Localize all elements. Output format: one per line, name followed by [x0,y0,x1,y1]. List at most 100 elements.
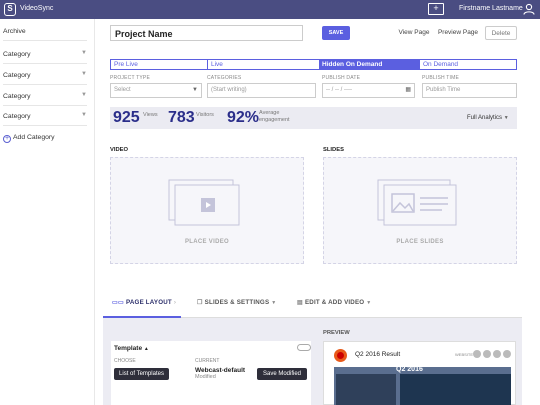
chevron-down-icon[interactable]: ▼ [81,71,87,77]
top-bar: S VideoSync + Firstname Lastname [0,0,540,19]
stats-bar: 925 Views 783 Visitors 92% Average engag… [110,107,517,129]
chevron-down-icon: ▼ [271,300,277,306]
sidebar-item-label: Category [3,113,31,120]
visitors-count: 783 [168,109,195,126]
preview-title: Q2 2016 Result [355,351,401,358]
categories-label: CATEGORIES [207,75,242,81]
views-count: 925 [113,109,140,126]
new-project-button[interactable]: + [428,3,444,15]
preview-label: PREVIEW [323,330,350,336]
slide-overlay-text: Financial results for Q2 2016 [396,358,463,374]
user-name[interactable]: Firstname Lastname [459,5,523,12]
slides-placeholder-icon [377,179,457,226]
tab-page-layout[interactable]: ▭▭ PAGE LAYOUT › [112,299,176,306]
sidebar-item-category[interactable]: Category ▼ [3,44,87,64]
video-placeholder-icon [168,179,240,226]
video-drop-zone[interactable]: PLACE VIDEO [110,157,304,264]
share-icon[interactable] [493,350,501,358]
sidebar-item-category[interactable]: Category ▼ [3,86,87,106]
sidebar-item-archive[interactable]: Archive [3,21,87,41]
publish-date-label: PUBLISH DATE [322,75,361,81]
chevron-down-icon: ▼ [366,300,372,306]
project-name-input[interactable]: Project Name [110,25,303,41]
calendar-icon[interactable]: ▦ [405,84,411,97]
views-label: Views [143,112,158,118]
publish-time-input[interactable]: Publish Time [422,83,517,98]
add-category-label: Add Category [13,134,55,141]
app-name: VideoSync [20,5,54,12]
preview-pane: Q2 2016 Result WEBSITE Financial results… [323,341,516,405]
current-template-status: Modified [195,374,216,380]
engagement-label-1: Average [259,110,280,116]
engagement-value: 92% [227,109,260,126]
full-analytics-label: Full Analytics [467,115,503,121]
save-modified-button[interactable]: Save Modified [257,368,307,380]
chevron-right-icon: › [173,299,177,306]
template-card: Template ▲ CHOOSE CURRENT List of Templa… [111,341,311,405]
stage-pre-live[interactable]: Pre Live [110,59,207,70]
sidebar: Archive Category ▼ Category ▼ Category ▼… [0,19,95,405]
sidebar-item-label: Archive [3,28,26,35]
add-category-button[interactable]: + Add Category [3,134,55,143]
tab-slides-settings[interactable]: ❐ SLIDES & SETTINGS ▼ [197,299,276,306]
share-icon[interactable] [503,350,511,358]
film-icon: ▤ [297,299,304,306]
slides-drop-zone[interactable]: PLACE SLIDES [323,157,517,264]
choose-label: CHOOSE [114,358,136,364]
video-thumbnail [336,374,396,405]
video-section-title: VIDEO [110,147,129,153]
overlay-line-2: Q2 2016 [396,366,423,373]
preview-page-button[interactable]: Preview Page [436,26,480,40]
tab-edit-add-video[interactable]: ▤ EDIT & ADD VIDEO ▼ [297,299,371,306]
sidebar-item-label: Category [3,72,31,79]
slide-thumbnail [400,374,511,405]
company-logo [334,349,347,362]
stage-on-demand[interactable]: On Demand [419,59,517,70]
caret-up-icon: ▲ [143,346,149,352]
publish-time-label: PUBLISH TIME [422,75,460,81]
tab-label: SLIDES & SETTINGS [204,299,270,306]
project-type-label: PROJECT TYPE [110,75,151,81]
layout-icon: ▭▭ [112,299,125,306]
save-button[interactable]: SAVE [322,26,350,40]
template-title-label: Template [114,345,143,352]
user-icon[interactable] [523,3,535,15]
editor-panel: ▭▭ PAGE LAYOUT › ❐ SLIDES & SETTINGS ▼ ▤… [103,288,522,405]
chevron-down-icon: ▼ [503,115,509,121]
active-tab-indicator [103,316,181,318]
sidebar-item-category[interactable]: Category ▼ [3,106,87,126]
project-type-select[interactable]: Select ▼ [110,83,202,98]
chevron-down-icon[interactable]: ▼ [81,92,87,98]
engagement-label-2: engagement [259,117,290,123]
chevron-down-icon[interactable]: ▼ [81,50,87,56]
view-page-button[interactable]: View Page [396,26,432,40]
stage-live[interactable]: Live [207,59,319,70]
chevron-down-icon[interactable]: ▼ [81,112,87,118]
plus-circle-icon: + [3,135,11,143]
sidebar-item-label: Category [3,93,31,100]
slides-section-title: SLIDES [323,147,344,153]
current-template-name: Webcast-default [195,367,246,374]
visitors-label: Visitors [196,112,214,118]
delete-button[interactable]: Delete [485,26,517,40]
share-icon[interactable] [473,350,481,358]
app-logo-icon[interactable]: S [4,3,16,16]
full-analytics-dropdown[interactable]: Full Analytics ▼ [467,115,509,121]
template-toggle[interactable] [297,344,311,351]
list-templates-button[interactable]: List of Templates [114,368,169,380]
categories-input[interactable]: (Start writing) [207,83,316,98]
editor-tabs: ▭▭ PAGE LAYOUT › ❐ SLIDES & SETTINGS ▼ ▤… [103,288,522,318]
sidebar-item-label: Category [3,51,31,58]
place-video-label: PLACE VIDEO [185,239,229,245]
stage-hidden-on-demand[interactable]: Hidden On Demand [319,59,419,70]
share-icon[interactable] [483,350,491,358]
tab-label: EDIT & ADD VIDEO [304,299,365,306]
sidebar-item-category[interactable]: Category ▼ [3,65,87,85]
publish-date-value: -- / -- / ---- [326,87,352,93]
chevron-down-icon: ▼ [192,87,198,93]
slides-icon: ❐ [197,299,203,306]
tab-label: PAGE LAYOUT [126,299,172,306]
project-type-value: Select [114,87,131,93]
template-title[interactable]: Template ▲ [114,345,149,352]
publish-date-input[interactable]: -- / -- / ---- ▦ [322,83,415,98]
